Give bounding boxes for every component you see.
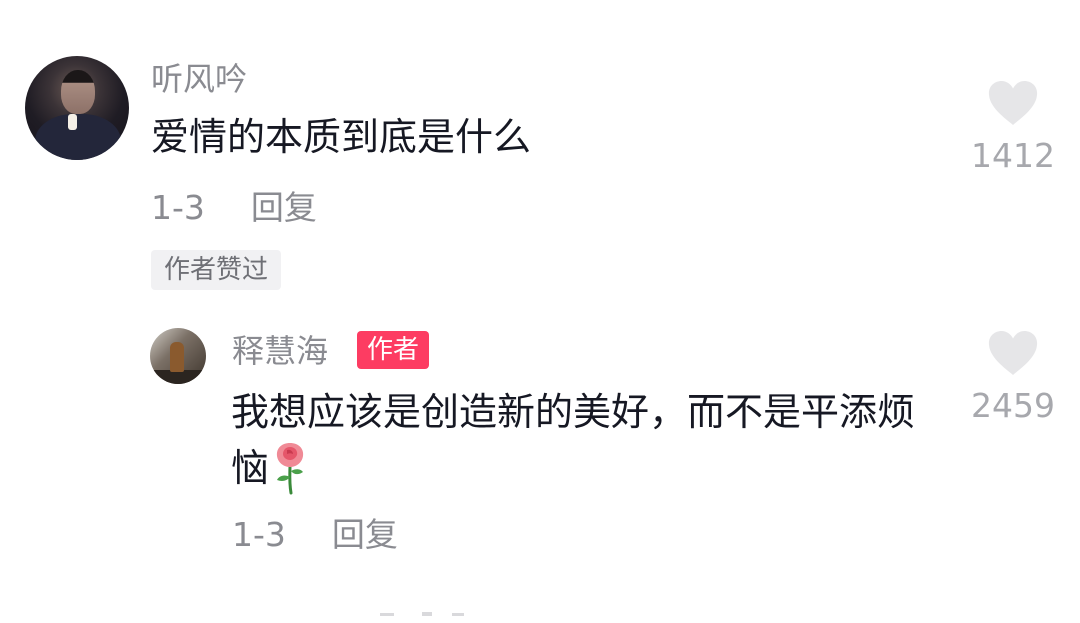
reply-text: 我想应该是创造新的美好，而不是平添烦恼 [231,390,916,490]
like-count: 2459 [971,386,1055,425]
heart-icon[interactable] [987,80,1039,126]
reply-avatar[interactable] [150,328,206,384]
avatar[interactable] [25,56,129,160]
comment-text[interactable]: 爱情的本质到底是什么 [151,112,531,162]
like-count: 1412 [971,136,1055,175]
comment-meta: 1-3 回复 [151,186,317,230]
reply-meta: 1-3 回复 [232,513,398,557]
reply-date: 1-3 [232,515,286,554]
avatar-figure [170,342,184,372]
avatar-face [61,70,95,114]
reply-button[interactable]: 回复 [332,515,398,554]
rose-icon [276,443,304,495]
author-badge: 作者 [357,331,430,369]
cut-off-content [380,612,464,616]
avatar-figure [35,114,121,160]
heart-icon[interactable] [987,330,1039,376]
reply-username[interactable]: 释慧海 [232,330,328,372]
avatar-background [150,370,206,384]
like-button[interactable]: 1412 [968,80,1058,176]
reply-text-container[interactable]: 我想应该是创造新的美好，而不是平添烦恼 [231,384,931,496]
reply-button[interactable]: 回复 [251,188,317,227]
avatar-lighter [68,114,77,130]
comment-date: 1-3 [151,188,205,227]
liked-by-author-tag: 作者赞过 [151,250,282,290]
like-button[interactable]: 2459 [968,330,1058,426]
comment-username[interactable]: 听风吟 [151,58,247,100]
